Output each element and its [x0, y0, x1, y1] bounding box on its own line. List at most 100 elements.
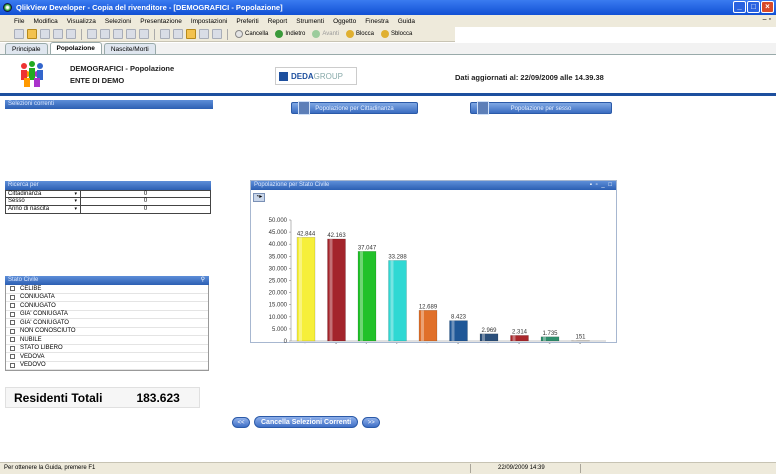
sblocca-toolbar-button[interactable]: Sblocca	[379, 30, 414, 38]
search-row-sesso[interactable]: Sesso0	[5, 198, 211, 206]
menu-finestra[interactable]: Finestra	[365, 18, 388, 25]
x-tick-label: VEDOVA	[414, 342, 431, 344]
chart-doc-icon	[477, 101, 489, 115]
print-icon[interactable]	[53, 29, 63, 39]
bottom-nav: << Cancella Selezioni Correnti >>	[232, 416, 381, 428]
help-icon[interactable]	[212, 29, 222, 39]
menu-modifica[interactable]: Modifica	[33, 18, 57, 25]
popolazione-sesso-button[interactable]: Popolazione per sesso	[470, 101, 612, 115]
list-item[interactable]: GIA' CONIUGATO	[6, 319, 208, 328]
menu-strumenti[interactable]: Strumenti	[296, 18, 324, 25]
current-selections-header[interactable]: Selezioni correnti	[5, 100, 213, 109]
chart-doc-icon	[298, 101, 310, 115]
bar-highlight	[329, 238, 333, 341]
chart-panel: Popolazione per Stato Civile ▪ ▫ _ □ ◔▸ …	[250, 180, 617, 344]
window-controls: _ □ ×	[733, 1, 774, 13]
data-label: 2.969	[481, 328, 497, 334]
stato-civile-listbox: Stato Civile ⚲ CELIBE CONIUGATA CONIUGATO…	[5, 276, 209, 371]
redo-icon[interactable]	[139, 29, 149, 39]
reload-icon[interactable]	[160, 29, 170, 39]
bar-highlight	[451, 320, 455, 341]
list-item[interactable]: CONIUGATA	[6, 294, 208, 302]
checkbox-icon	[10, 328, 15, 334]
menu-file[interactable]: File	[14, 18, 24, 25]
list-item[interactable]: CONIUGATO	[6, 302, 208, 311]
cancella-selezioni-button[interactable]: Cancella Selezioni Correnti	[254, 416, 359, 428]
stato-civile-header[interactable]: Stato Civile ⚲	[5, 276, 209, 285]
stato-civile-list: CELIBE CONIUGATA CONIUGATO GIA' CONIUGAT…	[5, 285, 209, 371]
sheet-tabs: Principale Popolazione Nascite/Morti	[0, 42, 776, 55]
print-preview-icon[interactable]	[66, 29, 76, 39]
window-title-bar[interactable]: QlikView Developer - Copia del rivendito…	[0, 0, 776, 15]
new-doc-icon[interactable]	[14, 29, 24, 39]
save-icon[interactable]	[40, 29, 50, 39]
residenti-totali-box: Residenti Totali 183.623	[5, 387, 200, 408]
minimize-button[interactable]: _	[733, 1, 746, 13]
checkbox-icon	[10, 294, 15, 300]
blocca-toolbar-button[interactable]: Blocca	[344, 30, 376, 38]
search-icon[interactable]: ⚲	[201, 276, 205, 285]
mdi-restore-icon[interactable]: – ▫	[763, 16, 771, 23]
bar-highlight	[360, 251, 363, 341]
y-tick-label: 20.000	[269, 291, 288, 297]
x-tick-label: VEDOVO	[505, 342, 523, 344]
search-row-anno-nascita[interactable]: Anno di nascita0	[5, 206, 211, 214]
list-item[interactable]: NON CONOSCIUTO	[6, 328, 208, 336]
copy-icon[interactable]	[100, 29, 110, 39]
popolazione-cittadinanza-button[interactable]: Popolazione per Cittadinanza	[291, 101, 418, 115]
search-row-cittadinanza[interactable]: Cittadinanza0	[5, 190, 211, 198]
data-label: 42.844	[297, 231, 316, 237]
dedagroup-logo-icon	[279, 71, 288, 81]
maximize-button[interactable]: □	[747, 1, 760, 13]
residenti-totali-value: 183.623	[136, 390, 180, 405]
list-item[interactable]: STATO LIBERO	[6, 345, 208, 353]
status-help-text: Per ottenere la Guida, premere F1	[4, 465, 96, 471]
x-tick-label: STATO LIBERO	[557, 342, 584, 344]
status-divider	[580, 464, 581, 473]
x-tick-label: CONIUGATA	[287, 342, 309, 344]
tab-popolazione[interactable]: Popolazione	[49, 42, 102, 54]
avanti-toolbar-button[interactable]: Avanti	[310, 30, 341, 38]
menu-presentazione[interactable]: Presentazione	[140, 18, 182, 25]
unlock-icon	[380, 30, 389, 38]
list-item[interactable]: VEDOVO	[6, 362, 208, 370]
status-bar: Per ottenere la Guida, premere F1 22/09/…	[0, 462, 776, 474]
bar-highlight	[543, 336, 546, 341]
undo-icon[interactable]	[126, 29, 136, 39]
menu-selezioni[interactable]: Selezioni	[105, 18, 131, 25]
list-item[interactable]: CELIBE	[6, 285, 208, 294]
list-item[interactable]: NUBILE	[6, 336, 208, 345]
edit-script-icon[interactable]	[173, 29, 183, 39]
next-button[interactable]: >>	[362, 416, 381, 428]
x-tick-label: CELIBE	[355, 342, 370, 344]
tab-nascite-morti[interactable]: Nascite/Morti	[103, 43, 156, 54]
check-icon[interactable]	[186, 29, 196, 39]
bar-highlight	[390, 260, 394, 341]
menu-visualizza[interactable]: Visualizza	[67, 18, 96, 25]
debug-icon[interactable]	[199, 29, 209, 39]
menu-guida[interactable]: Guida	[398, 18, 415, 25]
toolbar-divider	[81, 28, 82, 40]
search-by-header[interactable]: Ricerca per	[5, 181, 211, 190]
menu-report[interactable]: Report	[268, 18, 288, 25]
page-title: DEMOGRAFICI - Popolazione	[70, 64, 175, 73]
data-update-date: Dati aggiornati al: 22/09/2009 alle 14.3…	[455, 73, 604, 82]
menu-oggetto[interactable]: Oggetto	[333, 18, 356, 25]
open-folder-icon[interactable]	[27, 29, 37, 39]
close-button[interactable]: ×	[761, 1, 774, 13]
cut-icon[interactable]	[87, 29, 97, 39]
paste-icon[interactable]	[113, 29, 123, 39]
x-tick-label: NUBILE	[385, 342, 400, 344]
checkbox-icon	[10, 337, 15, 343]
menu-preferiti[interactable]: Preferiti	[236, 18, 258, 25]
x-tick-label: NON CONOSCIUTO	[428, 342, 461, 344]
list-item[interactable]: VEDOVA	[6, 353, 208, 362]
menu-bar: File Modifica Visualizza Selezioni Prese…	[0, 15, 776, 27]
menu-impostazioni[interactable]: Impostazioni	[191, 18, 228, 25]
previous-button[interactable]: <<	[232, 416, 250, 428]
tab-principale[interactable]: Principale	[5, 43, 48, 54]
forward-arrow-icon	[312, 30, 321, 38]
indietro-toolbar-button[interactable]: Indietro	[273, 30, 307, 38]
list-item[interactable]: GIA' CONIUGATA	[6, 311, 208, 319]
cancella-toolbar-button[interactable]: Cancella	[233, 30, 270, 38]
